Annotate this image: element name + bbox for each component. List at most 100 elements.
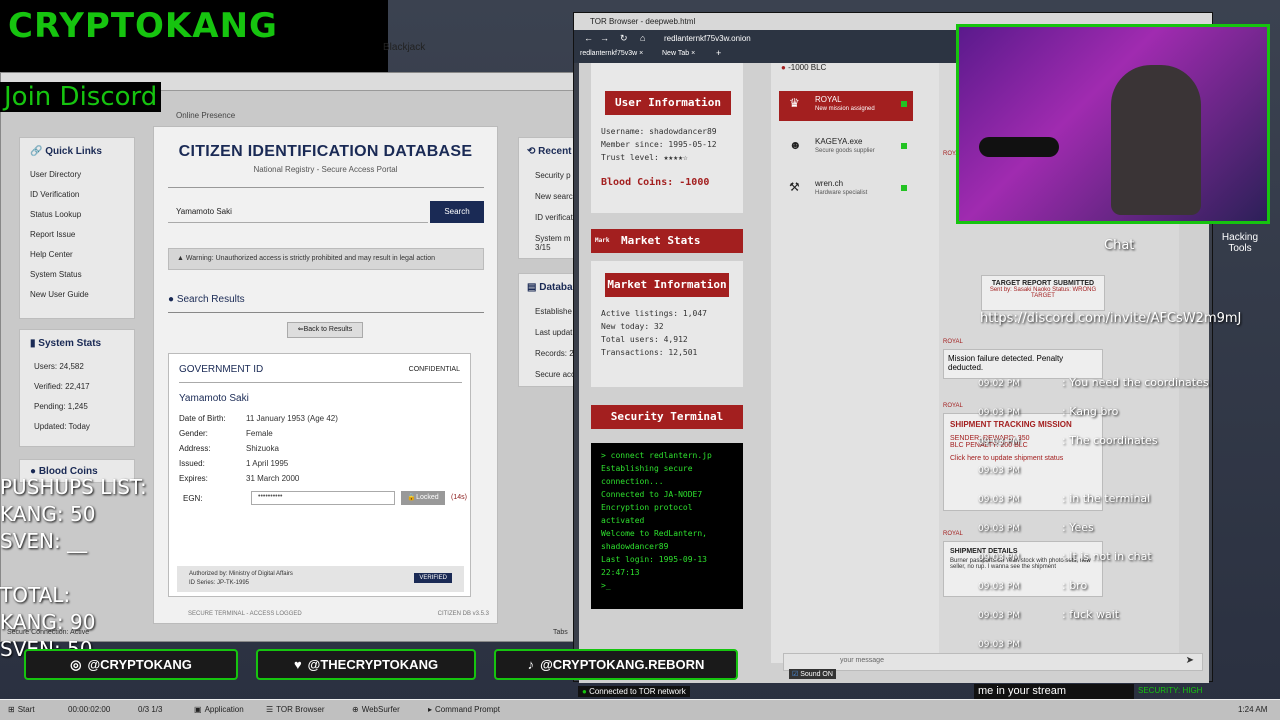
id-card-title: GOVERNMENT ID [179, 364, 264, 375]
sound-toggle[interactable]: ☑ Sound ON [789, 669, 836, 679]
quick-link-item[interactable]: User Directory [30, 170, 130, 179]
terminal-icon: ▸ [428, 705, 433, 714]
social-twitter: ♥ @THECRYPTOKANG [256, 649, 476, 680]
recent-item[interactable]: Security p [535, 171, 571, 180]
pushups-list: PUSHUPS LIST: KANG: 50 SVEN: __ TOTAL: K… [0, 474, 147, 663]
reload-icon[interactable]: ↻ [620, 33, 628, 44]
twitter-icon: ♥ [293, 657, 302, 672]
social-tiktok: ♪ @CRYPTOKANG.REBORN [494, 649, 738, 680]
quick-link-item[interactable]: Report Issue [30, 230, 130, 239]
egn-label: EGN: [183, 494, 203, 503]
field-row: Gender: Female [179, 429, 273, 438]
chat-message: 09:03 PM [978, 466, 1020, 476]
terminal-output[interactable]: > connect redlantern.jp Establishing sec… [591, 443, 743, 609]
egn-field[interactable]: •••••••••• [251, 491, 395, 505]
send-icon[interactable]: ➤ [1186, 655, 1194, 666]
contact-item-wren[interactable]: ⚒ wren.ch Hardware specialist [779, 175, 913, 205]
back-to-results-button[interactable]: ⇐Back to Results [287, 322, 363, 338]
message-input[interactable]: your message ➤ [783, 653, 1203, 671]
citizen-db-main: CITIZEN IDENTIFICATION DATABASE National… [153, 126, 498, 624]
chart-icon: ▮ [30, 338, 36, 349]
tab-current[interactable]: redlanternkf75v3w × [580, 50, 643, 57]
quick-link-item[interactable]: New User Guide [30, 290, 130, 299]
wrench-icon: ⚒ [789, 180, 800, 194]
recent-item[interactable]: New searc [535, 192, 573, 201]
system-stats-panel: ▮ System Stats Users: 24,582 Verified: 2… [19, 329, 135, 447]
stat-item: Users: 24,582 [34, 362, 84, 371]
chat-message: 09:03 PM [978, 640, 1020, 650]
message-sender: ROYAL [943, 403, 963, 409]
join-discord-label: Join Discord [0, 82, 162, 112]
app-icon: ▣ [194, 705, 202, 714]
tabs-label: Tabs [553, 629, 568, 636]
quick-link-item[interactable]: Help Center [30, 250, 130, 259]
taskbar-item-tor[interactable]: ☰ TOR Browser [262, 702, 328, 717]
coin-icon: ● [781, 63, 786, 72]
home-icon[interactable]: ⌂ [640, 33, 645, 43]
database-item: Records: 2 [535, 349, 574, 358]
contact-item-kageya[interactable]: ☻ KAGEYA.exe Secure goods supplier [779, 133, 913, 163]
taskbar-item-websurfer[interactable]: ⊕ WebSurfer [348, 702, 404, 717]
divider [179, 382, 462, 383]
database-icon: ▤ [527, 282, 537, 293]
contact-name: KAGEYA.exe [815, 137, 863, 146]
pushups-kang: KANG: 50 [0, 502, 96, 526]
target-report-card: TARGET REPORT SUBMITTED Sent by: Sasaki … [981, 275, 1105, 311]
brand-banner: CRYPTOKANG [0, 0, 388, 72]
tab-new[interactable]: New Tab × [662, 50, 695, 57]
search-input[interactable]: Yamamoto Saki [168, 203, 428, 223]
field-row: Address: Shizuoka [179, 444, 279, 453]
balance: ● -1000 BLC [781, 63, 827, 72]
hacking-tools-icon[interactable]: Hacking Tools [1218, 232, 1262, 254]
id-series: ID Series: JP-TK-1995 [189, 580, 250, 586]
webcam-feed [956, 24, 1270, 224]
recent-panel: ⟲ Recent Security p New searc ID verific… [518, 137, 581, 259]
user-icon: ● [168, 294, 175, 305]
taskbar-item-application[interactable]: ▣ Application [190, 702, 248, 717]
close-icon[interactable]: × [691, 50, 695, 57]
market-stats-button[interactable]: Mark Market Stats [591, 229, 743, 253]
social-instagram: ◎ @CRYPTOKANG [24, 649, 238, 680]
message-sender: ROYAL [943, 531, 963, 537]
chat-message: 09:03 PM: bro [978, 579, 1088, 592]
chat-message: 09:03 PM: It is not in chat [978, 550, 1152, 563]
locked-button[interactable]: 🔒Locked [401, 491, 445, 505]
user-info-section: User Information Username: shadowdancer8… [591, 63, 743, 213]
discord-link[interactable]: https://discord.com/invite/AFCsW2m9mJ [980, 311, 1241, 326]
security-terminal-button[interactable]: Security Terminal [591, 405, 743, 429]
globe-icon: ⊕ [352, 705, 359, 714]
quick-link-item[interactable]: Status Lookup [30, 210, 130, 219]
confidential-badge: CONFIDENTIAL [408, 366, 460, 373]
lock-timer: (14s) [451, 494, 467, 501]
stat-item: Updated: Today [34, 422, 90, 431]
recent-item[interactable]: ID verificati [535, 213, 575, 222]
timer: 00:00:02:00 [68, 705, 111, 714]
search-results-title: ● Search Results [168, 294, 245, 305]
quick-link-item[interactable]: System Status [30, 270, 130, 279]
security-level: SECURITY: HIGH [1138, 686, 1203, 695]
user-info-lines: Username: shadowdancer89 Member since: 1… [601, 127, 717, 162]
recent-title: ⟲ Recent [527, 146, 572, 157]
back-icon[interactable]: ← [584, 33, 593, 43]
add-tab-icon[interactable]: + [716, 48, 721, 58]
start-button[interactable]: ⊞ Start [4, 702, 39, 717]
page-counter: 0/3 1/3 [138, 705, 163, 714]
market-info-title: Market Information [605, 273, 729, 297]
quick-link-item[interactable]: ID Verification [30, 190, 130, 199]
field-row: Expires: 31 March 2000 [179, 474, 300, 483]
contact-item-royal[interactable]: ♛ ROYAL New mission assigned [779, 91, 913, 121]
taskbar-item-command-prompt[interactable]: ▸ Command Prompt [424, 702, 504, 717]
database-item: Last updat [535, 328, 573, 337]
search-button[interactable]: Search [430, 201, 484, 223]
authorized-by: Authorized by: Ministry of Digital Affai… [189, 571, 293, 577]
database-title: ▤ Databas [527, 282, 579, 293]
chat-message: 09:03 PM: in the terminal [978, 492, 1151, 505]
forward-icon[interactable]: → [600, 33, 609, 43]
microphone-icon [979, 137, 1059, 157]
close-icon[interactable]: × [639, 50, 643, 57]
pushups-title: PUSHUPS LIST: [0, 475, 147, 499]
id-card-footer: Authorized by: Ministry of Digital Affai… [177, 566, 464, 592]
pushups-sven: SVEN: __ [0, 529, 88, 553]
mask-icon: ☻ [789, 138, 802, 152]
checkbox-icon: ☑ [792, 671, 799, 678]
